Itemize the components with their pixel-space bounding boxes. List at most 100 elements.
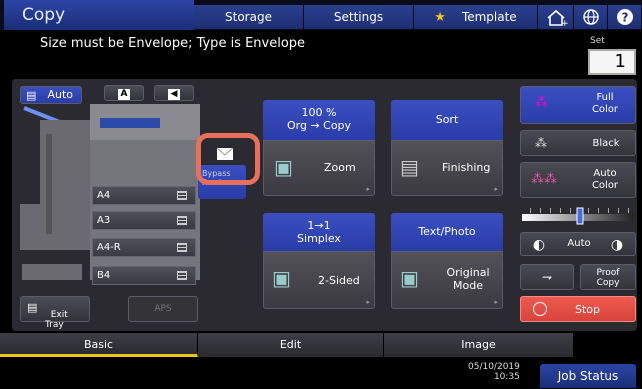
template-label: Template bbox=[461, 10, 517, 24]
zoom-label: Zoom bbox=[324, 161, 356, 174]
app-title: Copy bbox=[4, 0, 194, 30]
density-row: ◐ Auto ◑ bbox=[520, 232, 636, 256]
full-color-icon: ⁂ bbox=[535, 95, 548, 110]
settings-label: Settings bbox=[333, 10, 384, 24]
star-icon: ★ bbox=[434, 10, 446, 25]
tray-icon bbox=[177, 216, 187, 225]
aps-label: APS bbox=[154, 304, 172, 314]
arrow-icon: ▸ bbox=[494, 185, 498, 193]
svg-text:?: ? bbox=[622, 11, 629, 25]
duplex-sub: Simplex bbox=[297, 232, 341, 245]
finishing-icon: ▤ bbox=[400, 155, 419, 179]
duplex-value: 1→1 bbox=[307, 219, 331, 232]
home-button[interactable]: + bbox=[538, 5, 574, 29]
tab-edit-label: Edit bbox=[279, 338, 302, 351]
letter-a-icon: A bbox=[118, 89, 130, 100]
duplex-header[interactable]: 1→1 Simplex bbox=[263, 213, 375, 251]
time-text: 10:35 bbox=[493, 372, 520, 382]
zoom-header[interactable]: 100 % Org → Copy bbox=[263, 100, 375, 140]
two-sided-label: 2-Sided bbox=[318, 274, 360, 287]
tray-b4-label: B4 bbox=[97, 270, 111, 281]
job-status-button[interactable]: Job Status bbox=[540, 364, 636, 388]
svg-text:+: + bbox=[561, 19, 569, 29]
interrupt-button[interactable]: ⇁ bbox=[520, 264, 574, 290]
darker-button[interactable]: ◑ bbox=[603, 234, 631, 254]
tab-basic-label: Basic bbox=[83, 338, 114, 351]
auto-color-icon: ⁂⁂ bbox=[531, 172, 557, 187]
duplex-icon: ▣ bbox=[272, 266, 291, 290]
black-label: Black bbox=[592, 138, 620, 149]
original-mode-icon: ▣ bbox=[400, 266, 419, 290]
proof-copy-label: Proof Copy bbox=[596, 268, 620, 288]
globe-icon bbox=[583, 9, 599, 25]
tray-icon bbox=[177, 243, 187, 252]
original-mode-button[interactable]: ▣ Original Mode ▸ bbox=[391, 251, 503, 309]
set-label: Set bbox=[590, 36, 605, 46]
copy-count-field[interactable]: 1 bbox=[588, 49, 636, 75]
original-mode-header[interactable]: Text/Photo bbox=[391, 213, 503, 251]
interrupt-icon: ⇁ bbox=[541, 270, 553, 284]
datetime: 05/10/2019 10:35 bbox=[468, 362, 520, 382]
tray-icon bbox=[177, 271, 187, 280]
orientation-portrait-button[interactable]: A bbox=[104, 85, 144, 101]
status-message: Size must be Envelope; Type is Envelope bbox=[40, 36, 306, 51]
tray-a4-label: A4 bbox=[97, 190, 111, 201]
date-text: 05/10/2019 bbox=[468, 362, 520, 372]
exit-tray-button[interactable]: ▤ Exit Tray bbox=[20, 296, 90, 330]
orientation-landscape-button[interactable]: ◀ bbox=[154, 85, 194, 101]
tab-image-label: Image bbox=[461, 338, 496, 351]
arrow-icon: ▸ bbox=[494, 298, 498, 306]
proof-copy-button[interactable]: Proof Copy bbox=[580, 264, 636, 290]
settings-tab[interactable]: Settings bbox=[304, 5, 414, 29]
help-button[interactable]: ? bbox=[608, 5, 642, 29]
full-color-label: Full Color bbox=[591, 92, 619, 115]
lighter-button[interactable]: ◐ bbox=[525, 234, 553, 254]
tray-icon bbox=[177, 191, 187, 200]
arrow-icon: ▸ bbox=[366, 185, 370, 193]
tray-a4[interactable]: A4 bbox=[92, 186, 196, 205]
finishing-label: Finishing bbox=[442, 161, 491, 174]
stop-icon bbox=[533, 302, 547, 316]
stop-label: Stop bbox=[575, 303, 601, 316]
finishing-button[interactable]: ▤ Finishing ▸ bbox=[391, 140, 503, 196]
density-slider[interactable] bbox=[522, 206, 634, 226]
tray-a4r[interactable]: A4-R bbox=[92, 238, 196, 257]
full-color-button[interactable]: ⁂ Full Color bbox=[520, 86, 636, 124]
help-icon: ? bbox=[617, 9, 633, 25]
paper-stack-icon: ▤ bbox=[26, 89, 37, 102]
sort-header[interactable]: Sort bbox=[391, 100, 503, 140]
auto-color-label: Auto Color bbox=[591, 168, 619, 191]
aps-button[interactable]: APS bbox=[128, 296, 198, 322]
density-auto-button[interactable]: Auto bbox=[561, 233, 597, 255]
job-status-label: Job Status bbox=[557, 369, 619, 383]
tab-edit[interactable]: Edit bbox=[198, 333, 384, 357]
original-mode-label: Original Mode bbox=[446, 266, 490, 292]
tab-image[interactable]: Image bbox=[384, 333, 574, 357]
storage-label: Storage bbox=[225, 10, 272, 24]
paper-auto-label: Auto bbox=[47, 88, 73, 101]
home-icon: + bbox=[547, 9, 569, 29]
envelope-icon bbox=[216, 146, 234, 160]
tray-a3[interactable]: A3 bbox=[92, 211, 196, 230]
zoom-value: 100 % bbox=[301, 106, 337, 119]
black-button[interactable]: ⁂ Black bbox=[520, 130, 636, 156]
tab-basic[interactable]: Basic bbox=[0, 333, 198, 357]
sort-value: Sort bbox=[435, 113, 459, 126]
storage-tab[interactable]: Storage bbox=[194, 5, 304, 29]
language-button[interactable] bbox=[574, 5, 608, 29]
tray-a4r-label: A4-R bbox=[97, 242, 121, 253]
rotate-icon: ◀ bbox=[168, 89, 180, 100]
zoom-sub: Org → Copy bbox=[286, 119, 352, 132]
paper-auto-button[interactable]: ▤ Auto bbox=[20, 86, 82, 104]
zoom-icon: ▣ bbox=[274, 155, 293, 179]
template-tab[interactable]: ★ Template bbox=[414, 5, 538, 29]
zoom-button[interactable]: ▣ Zoom ▸ bbox=[263, 140, 375, 196]
auto-color-button[interactable]: ⁂⁂ Auto Color bbox=[520, 162, 636, 198]
black-icon: ⁂ bbox=[535, 136, 547, 150]
exit-tray-icon: ▤ bbox=[27, 301, 38, 314]
stop-button[interactable]: Stop bbox=[520, 296, 636, 322]
original-mode-value: Text/Photo bbox=[418, 225, 476, 238]
two-sided-button[interactable]: ▣ 2-Sided ▸ bbox=[263, 251, 375, 309]
tray-a3-label: A3 bbox=[97, 215, 111, 226]
tray-b4[interactable]: B4 bbox=[92, 266, 196, 285]
